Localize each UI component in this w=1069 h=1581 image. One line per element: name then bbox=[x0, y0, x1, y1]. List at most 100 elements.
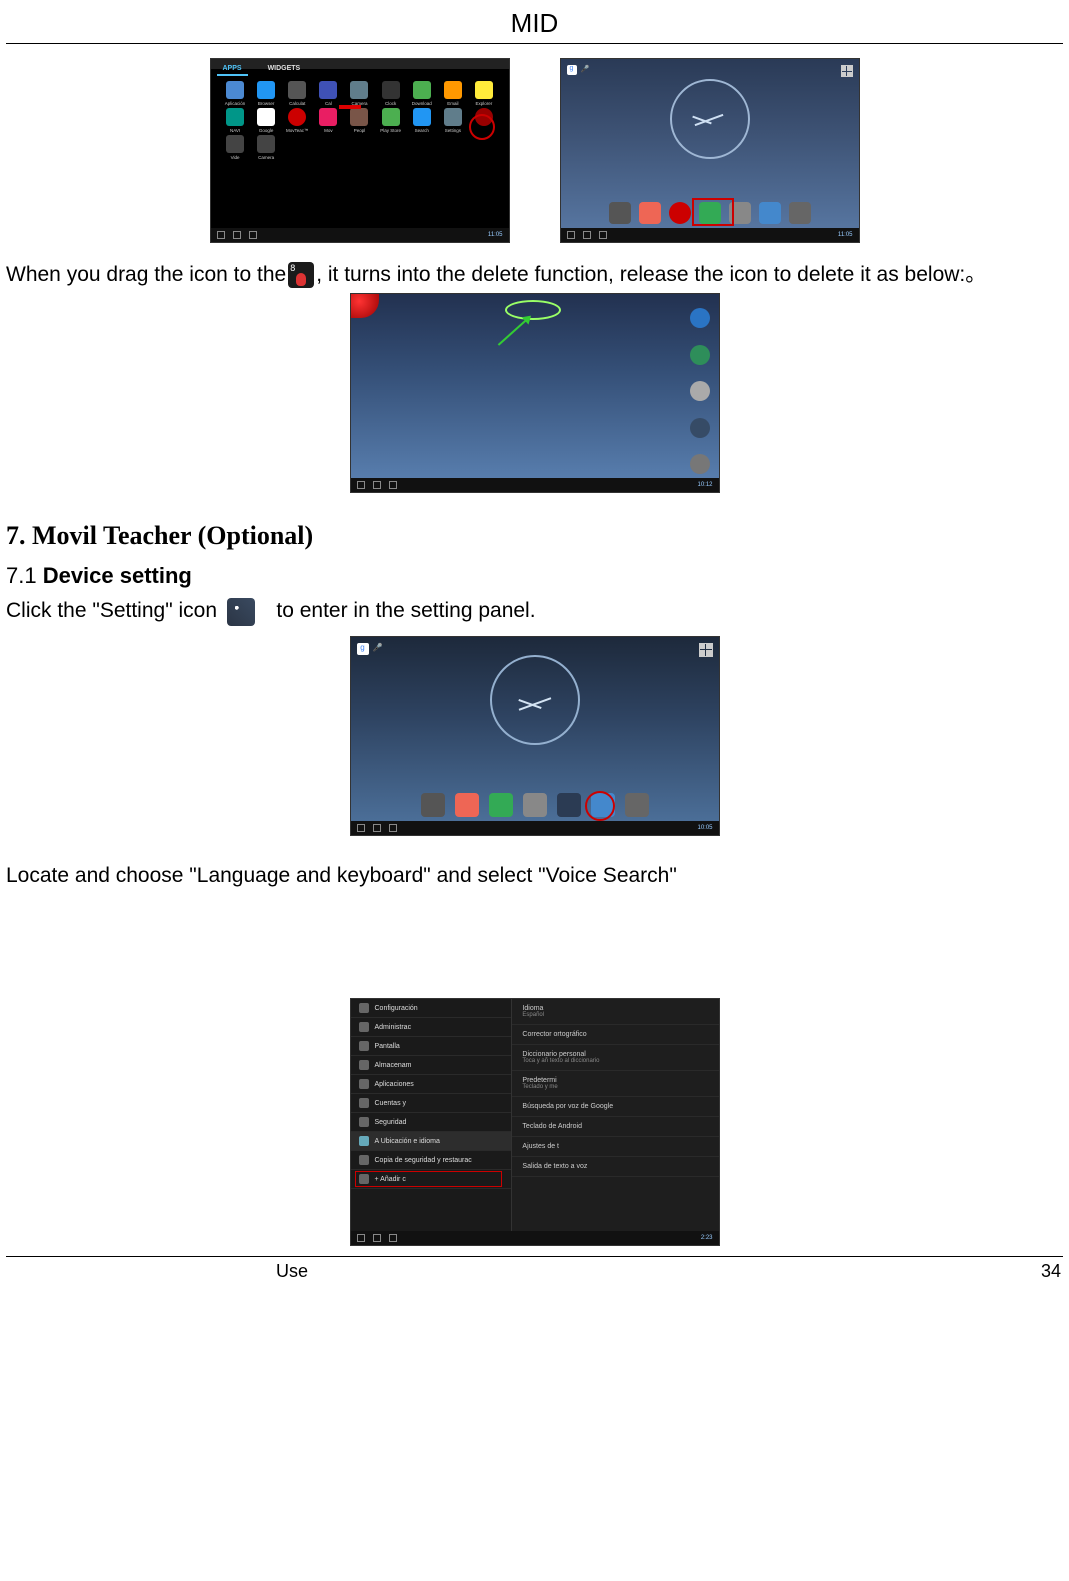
dock-settings-icon[interactable] bbox=[557, 793, 581, 817]
paragraph-drag-delete: When you drag the icon to the , it turns… bbox=[6, 261, 1063, 289]
annotation-red-box bbox=[692, 198, 734, 226]
settings-row[interactable]: Corrector ortográfico bbox=[512, 1025, 718, 1045]
settings-icon bbox=[227, 598, 255, 626]
settings-item-language[interactable]: A Ubicación e idioma bbox=[351, 1132, 512, 1151]
page-header: MID bbox=[6, 0, 1063, 44]
settings-row[interactable]: Salida de texto a voz bbox=[512, 1157, 718, 1177]
recent-icon[interactable] bbox=[599, 231, 607, 239]
nav-time: 11:05 bbox=[838, 232, 853, 238]
dock-icon[interactable] bbox=[690, 308, 710, 328]
recent-icon[interactable] bbox=[389, 481, 397, 489]
nav-bar: 2:23 bbox=[351, 1231, 719, 1245]
home-icon[interactable] bbox=[583, 231, 591, 239]
nav-bar: 11:05 bbox=[561, 228, 859, 242]
settings-item[interactable]: Pantalla bbox=[351, 1037, 512, 1056]
back-icon[interactable] bbox=[217, 231, 225, 239]
settings-row[interactable]: Búsqueda por voz de Google bbox=[512, 1097, 718, 1117]
home-icon[interactable] bbox=[373, 824, 381, 832]
settings-item[interactable]: Seguridad bbox=[351, 1113, 512, 1132]
apps-tabs: APPS WIDGETS bbox=[217, 63, 307, 76]
voice-search-icon[interactable]: 🎤 bbox=[581, 65, 590, 73]
section-heading: 7. Movil Teacher (Optional) bbox=[6, 521, 1063, 551]
app-item[interactable]: Camera bbox=[345, 81, 374, 106]
side-dock bbox=[687, 308, 713, 474]
app-item[interactable]: MovTeac™ bbox=[283, 108, 312, 133]
back-icon[interactable] bbox=[567, 231, 575, 239]
tab-apps[interactable]: APPS bbox=[217, 63, 248, 76]
app-item[interactable]: Browser bbox=[252, 81, 281, 106]
google-search-icon[interactable]: g bbox=[357, 643, 369, 655]
app-item[interactable]: Email bbox=[438, 81, 467, 106]
page-number: 34 bbox=[1041, 1261, 1061, 1282]
app-item[interactable]: Clock bbox=[376, 81, 405, 106]
nav-time: 10:05 bbox=[697, 825, 712, 831]
settings-row[interactable]: Ajustes de t bbox=[512, 1137, 718, 1157]
app-item[interactable]: Aplicación bbox=[221, 81, 250, 106]
recent-icon[interactable] bbox=[389, 824, 397, 832]
voice-app-red-icon[interactable] bbox=[351, 294, 379, 318]
settings-row[interactable]: IdiomaEspañol bbox=[512, 999, 718, 1025]
settings-right-pane: IdiomaEspañol Corrector ortográfico Dicc… bbox=[512, 999, 718, 1231]
back-icon[interactable] bbox=[357, 481, 365, 489]
google-search-icon[interactable]: g bbox=[567, 65, 577, 75]
app-item[interactable]: Search bbox=[407, 108, 436, 133]
annotation-red-stroke bbox=[339, 105, 361, 109]
dock-icon[interactable] bbox=[609, 202, 631, 224]
nav-bar: 10:12 bbox=[351, 478, 719, 492]
dock-icon[interactable] bbox=[690, 381, 710, 401]
dock-icon[interactable] bbox=[489, 793, 513, 817]
home-icon[interactable] bbox=[233, 231, 241, 239]
dock-icon[interactable] bbox=[789, 202, 811, 224]
tab-widgets[interactable]: WIDGETS bbox=[262, 63, 307, 76]
voice-search-icon[interactable]: 🎤 bbox=[373, 643, 383, 652]
back-icon[interactable] bbox=[357, 824, 365, 832]
app-item[interactable]: Peopl bbox=[345, 108, 374, 133]
dock-icon[interactable] bbox=[639, 202, 661, 224]
dock-icon[interactable] bbox=[690, 454, 710, 474]
analog-clock-widget[interactable] bbox=[490, 655, 580, 745]
recent-icon[interactable] bbox=[389, 1234, 397, 1242]
settings-row[interactable]: Teclado de Android bbox=[512, 1117, 718, 1137]
settings-item[interactable]: Aplicaciones bbox=[351, 1075, 512, 1094]
app-item[interactable]: Vide bbox=[221, 135, 250, 160]
analog-clock-widget[interactable] bbox=[670, 79, 750, 159]
settings-item[interactable]: Cuentas y bbox=[351, 1094, 512, 1113]
home-icon[interactable] bbox=[373, 1234, 381, 1242]
footer-text: Use bbox=[8, 1261, 308, 1282]
recent-icon[interactable] bbox=[249, 231, 257, 239]
settings-row[interactable]: PredetermiTeclado y me bbox=[512, 1071, 718, 1097]
app-item[interactable]: Play Store bbox=[376, 108, 405, 133]
app-item[interactable]: Google bbox=[252, 108, 281, 133]
top-screenshots-row: APPS WIDGETS Aplicación Browser Calculat… bbox=[6, 58, 1063, 243]
back-icon[interactable] bbox=[357, 1234, 365, 1242]
app-item[interactable]: Camera bbox=[252, 135, 281, 160]
settings-item[interactable]: Configuración bbox=[351, 999, 512, 1018]
dock-icon[interactable] bbox=[669, 202, 691, 224]
dock-icon[interactable] bbox=[690, 418, 710, 438]
paragraph-setting-intro: Click the "Setting" icon to enter in the… bbox=[6, 597, 1063, 625]
page-footer: Use 34 bbox=[6, 1256, 1063, 1300]
dock-icon[interactable] bbox=[759, 202, 781, 224]
settings-item[interactable]: Almacenam bbox=[351, 1056, 512, 1075]
dock-icon[interactable] bbox=[455, 793, 479, 817]
dock-icon[interactable] bbox=[625, 793, 649, 817]
apps-button-icon[interactable] bbox=[699, 643, 713, 657]
app-item[interactable]: Explorer bbox=[469, 81, 498, 106]
subsection-heading: 7.1 Device setting bbox=[6, 563, 1063, 589]
dock-icon[interactable] bbox=[523, 793, 547, 817]
home-icon[interactable] bbox=[373, 481, 381, 489]
annotation-green-arrow bbox=[497, 317, 530, 347]
dock-icon[interactable] bbox=[421, 793, 445, 817]
app-item[interactable]: Calculat bbox=[283, 81, 312, 106]
app-item[interactable]: Settings bbox=[438, 108, 467, 133]
app-item[interactable]: Download bbox=[407, 81, 436, 106]
voice-app-icon bbox=[288, 262, 314, 288]
dock-icon[interactable] bbox=[690, 345, 710, 365]
app-item[interactable]: Cal bbox=[314, 81, 343, 106]
app-item[interactable]: NAVI bbox=[221, 108, 250, 133]
apps-button-icon[interactable] bbox=[841, 65, 853, 77]
settings-item[interactable]: Administrac bbox=[351, 1018, 512, 1037]
app-item[interactable]: Mov bbox=[314, 108, 343, 133]
settings-item[interactable]: Copia de seguridad y restaurac bbox=[351, 1151, 512, 1170]
settings-row[interactable]: Diccionario personalToca y añ texto al d… bbox=[512, 1045, 718, 1071]
